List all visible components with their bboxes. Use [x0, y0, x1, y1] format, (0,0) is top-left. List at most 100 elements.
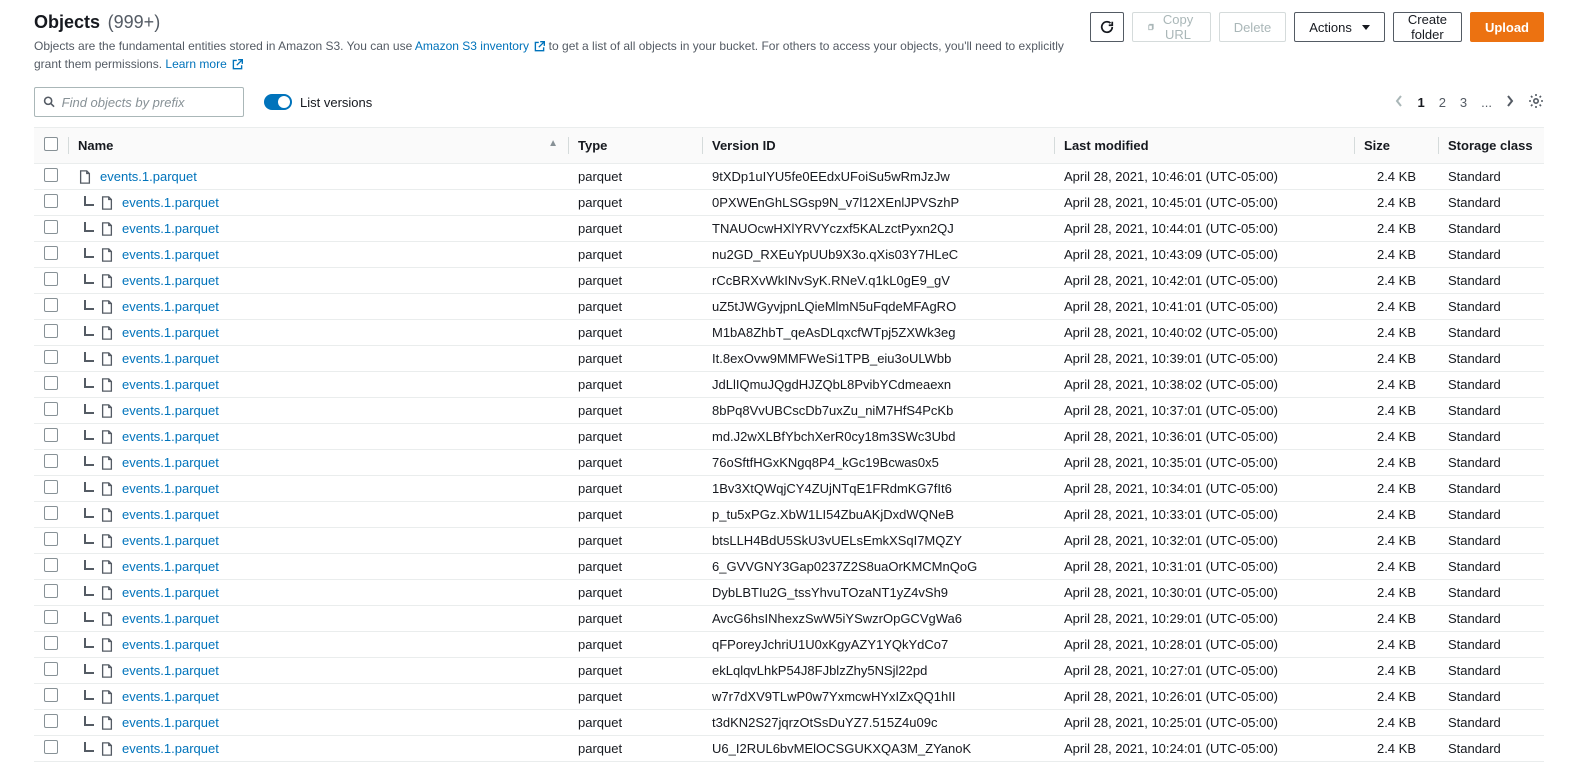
- object-link[interactable]: events.1.parquet: [122, 585, 219, 600]
- row-checkbox[interactable]: [44, 168, 58, 182]
- row-checkbox[interactable]: [44, 636, 58, 650]
- copy-url-button[interactable]: Copy URL: [1132, 12, 1210, 42]
- object-link[interactable]: events.1.parquet: [100, 169, 197, 184]
- object-link[interactable]: events.1.parquet: [122, 481, 219, 496]
- action-bar: Copy URL Delete Actions Create folder Up…: [1090, 12, 1544, 42]
- upload-button[interactable]: Upload: [1470, 12, 1544, 42]
- object-link[interactable]: events.1.parquet: [122, 689, 219, 704]
- cell-type: parquet: [568, 320, 702, 346]
- list-versions-toggle[interactable]: [264, 94, 292, 110]
- row-checkbox[interactable]: [44, 194, 58, 208]
- row-checkbox[interactable]: [44, 662, 58, 676]
- page-2[interactable]: 2: [1439, 95, 1446, 110]
- row-checkbox[interactable]: [44, 584, 58, 598]
- settings-button[interactable]: [1528, 93, 1544, 112]
- row-checkbox[interactable]: [44, 740, 58, 754]
- page-next[interactable]: [1506, 95, 1514, 110]
- delete-button[interactable]: Delete: [1219, 12, 1287, 42]
- create-folder-button[interactable]: Create folder: [1393, 12, 1462, 42]
- row-checkbox[interactable]: [44, 220, 58, 234]
- object-link[interactable]: events.1.parquet: [122, 403, 219, 418]
- row-checkbox[interactable]: [44, 298, 58, 312]
- file-icon: [100, 664, 114, 678]
- table-row: events.1.parquetparquetIt.8exOvw9MMFWeSi…: [34, 346, 1544, 372]
- actions-menu-button[interactable]: Actions: [1294, 12, 1385, 42]
- cell-storage-class: Standard: [1438, 372, 1544, 398]
- col-storage-class[interactable]: Storage class: [1438, 128, 1544, 164]
- table-row: events.1.parquetparquetrCcBRXvWkINvSyK.R…: [34, 268, 1544, 294]
- object-link[interactable]: events.1.parquet: [122, 559, 219, 574]
- object-link[interactable]: events.1.parquet: [122, 455, 219, 470]
- object-link[interactable]: events.1.parquet: [122, 611, 219, 626]
- cell-size: 2.4 KB: [1354, 242, 1438, 268]
- object-link[interactable]: events.1.parquet: [122, 663, 219, 678]
- row-checkbox[interactable]: [44, 324, 58, 338]
- row-checkbox[interactable]: [44, 480, 58, 494]
- table-row: events.1.parquetparquetU6_I2RUL6bvMElOCS…: [34, 736, 1544, 762]
- cell-last-modified: April 28, 2021, 10:43:09 (UTC-05:00): [1054, 242, 1354, 268]
- cell-size: 2.4 KB: [1354, 632, 1438, 658]
- row-checkbox[interactable]: [44, 532, 58, 546]
- page-prev[interactable]: [1395, 95, 1403, 110]
- cell-version-id: qFPoreyJchriU1U0xKgyAZY1YQkYdCo7: [702, 632, 1054, 658]
- row-checkbox[interactable]: [44, 402, 58, 416]
- row-checkbox[interactable]: [44, 610, 58, 624]
- page-1[interactable]: 1: [1417, 95, 1424, 110]
- search-box[interactable]: [34, 87, 244, 117]
- object-link[interactable]: events.1.parquet: [122, 351, 219, 366]
- learn-more-link[interactable]: Learn more: [165, 57, 226, 71]
- col-type[interactable]: Type: [568, 128, 702, 164]
- col-version-id[interactable]: Version ID: [702, 128, 1054, 164]
- row-checkbox[interactable]: [44, 272, 58, 286]
- col-last-modified[interactable]: Last modified: [1054, 128, 1354, 164]
- file-icon: [100, 274, 114, 288]
- cell-storage-class: Standard: [1438, 736, 1544, 762]
- page-title: Objects: [34, 12, 100, 32]
- cell-type: parquet: [568, 710, 702, 736]
- cell-version-id: 6_GVVGNY3Gap0237Z2S8uaOrKMCMnQoG: [702, 554, 1054, 580]
- row-checkbox[interactable]: [44, 428, 58, 442]
- page-3[interactable]: 3: [1460, 95, 1467, 110]
- object-link[interactable]: events.1.parquet: [122, 533, 219, 548]
- row-checkbox[interactable]: [44, 688, 58, 702]
- object-link[interactable]: events.1.parquet: [122, 715, 219, 730]
- cell-type: parquet: [568, 372, 702, 398]
- col-name[interactable]: Name▲: [68, 128, 568, 164]
- cell-storage-class: Standard: [1438, 476, 1544, 502]
- select-all-checkbox[interactable]: [44, 137, 58, 151]
- col-size[interactable]: Size: [1354, 128, 1438, 164]
- table-row: events.1.parquetparquetuZ5tJWGyvjpnLQieM…: [34, 294, 1544, 320]
- page-more: ...: [1481, 95, 1492, 110]
- cell-storage-class: Standard: [1438, 554, 1544, 580]
- object-link[interactable]: events.1.parquet: [122, 325, 219, 340]
- refresh-button[interactable]: [1090, 12, 1124, 42]
- row-checkbox[interactable]: [44, 558, 58, 572]
- s3-inventory-link[interactable]: Amazon S3 inventory: [415, 39, 529, 53]
- cell-storage-class: Standard: [1438, 398, 1544, 424]
- cell-type: parquet: [568, 476, 702, 502]
- object-link[interactable]: events.1.parquet: [122, 429, 219, 444]
- file-icon: [100, 638, 114, 652]
- row-checkbox[interactable]: [44, 714, 58, 728]
- row-checkbox[interactable]: [44, 246, 58, 260]
- cell-size: 2.4 KB: [1354, 684, 1438, 710]
- object-link[interactable]: events.1.parquet: [122, 195, 219, 210]
- table-row: events.1.parquetparquetAvcG6hsINhexzSwW5…: [34, 606, 1544, 632]
- object-link[interactable]: events.1.parquet: [122, 299, 219, 314]
- row-checkbox[interactable]: [44, 506, 58, 520]
- file-icon: [78, 170, 92, 184]
- object-link[interactable]: events.1.parquet: [122, 507, 219, 522]
- row-checkbox[interactable]: [44, 350, 58, 364]
- cell-last-modified: April 28, 2021, 10:29:01 (UTC-05:00): [1054, 606, 1354, 632]
- object-link[interactable]: events.1.parquet: [122, 377, 219, 392]
- search-input[interactable]: [62, 95, 235, 110]
- cell-type: parquet: [568, 580, 702, 606]
- table-row: events.1.parquetparquet8bPq8VvUBCscDb7ux…: [34, 398, 1544, 424]
- object-link[interactable]: events.1.parquet: [122, 221, 219, 236]
- object-link[interactable]: events.1.parquet: [122, 741, 219, 756]
- object-link[interactable]: events.1.parquet: [122, 637, 219, 652]
- row-checkbox[interactable]: [44, 454, 58, 468]
- object-link[interactable]: events.1.parquet: [122, 273, 219, 288]
- object-link[interactable]: events.1.parquet: [122, 247, 219, 262]
- row-checkbox[interactable]: [44, 376, 58, 390]
